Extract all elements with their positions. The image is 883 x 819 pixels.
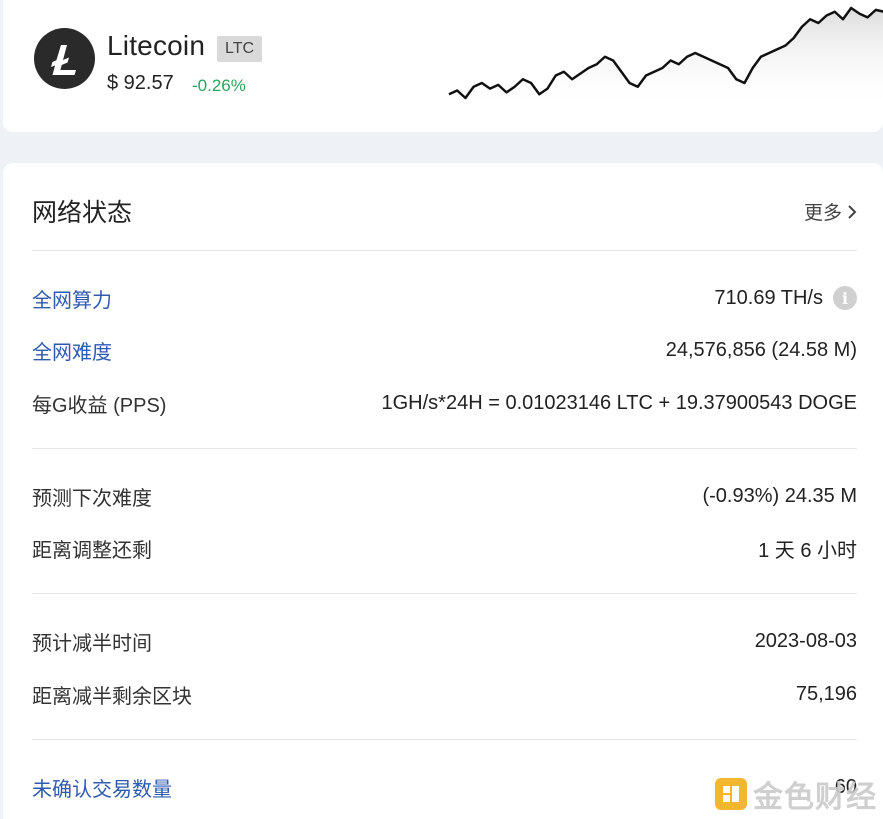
coin-name: Litecoin (107, 30, 206, 61)
coin-price: $ 92.57 (107, 72, 174, 94)
divider (32, 593, 857, 594)
stat-label-link[interactable]: 未确认交易数量 (32, 773, 172, 802)
watermark-logo-icon (715, 778, 747, 810)
more-link-label: 更多 (803, 203, 842, 224)
divider (32, 739, 857, 740)
stat-value: 24,576,856 (24.58 M) (665, 338, 857, 361)
section-title: 网络状态 (32, 199, 133, 227)
stat-value: (-0.93%) 24.35 M (702, 484, 857, 507)
stat-value: 1GH/s*24H = 0.01023146 LTC + 19.37900543… (381, 391, 858, 414)
watermark-text: 金色财经 (753, 781, 877, 814)
stat-label: 距离调整还剩 (32, 539, 152, 562)
more-link[interactable]: 更多 (804, 198, 858, 225)
stat-value: 75,196 (795, 682, 857, 705)
stat-row-halving-date: 预计减半时间 2023-08-03 (32, 626, 857, 656)
network-status-card: 网络状态 更多 全网算力 710.69 TH/s i 全网难度 24,576,8… (3, 163, 883, 819)
stat-row-adjust-remaining: 距离调整还剩 1 天 6 小时 (32, 533, 857, 563)
coin-price-change: -0.26% (192, 76, 246, 95)
stat-value: 2023-08-03 (754, 629, 857, 652)
stat-label: 距离减半剩余区块 (32, 685, 192, 708)
stat-value: 710.69 TH/s (714, 286, 823, 309)
coin-symbol-badge: LTC (217, 36, 263, 62)
stat-label: 每G收益 (PPS) (32, 394, 167, 417)
coin-header-card[interactable]: Litecoin LTC $ 92.57 -0.26% (3, 0, 883, 132)
price-sparkline-chart (447, 6, 883, 110)
divider (32, 250, 857, 251)
stat-label-link[interactable]: 全网算力 (32, 284, 112, 313)
stat-label: 预测下次难度 (32, 487, 152, 510)
stat-label: 预计减半时间 (32, 632, 152, 655)
stat-row-hashrate: 全网算力 710.69 TH/s i (32, 283, 857, 313)
stat-row-next-difficulty: 预测下次难度 (-0.93%) 24.35 M (32, 481, 857, 511)
stat-label-link[interactable]: 全网难度 (32, 336, 112, 365)
info-icon[interactable]: i (833, 286, 857, 310)
stat-row-difficulty: 全网难度 24,576,856 (24.58 M) (32, 335, 857, 365)
divider (32, 448, 857, 449)
litecoin-logo-icon (34, 28, 95, 89)
watermark: 金色财经 (715, 772, 877, 816)
stat-row-halving-blocks: 距离减半剩余区块 75,196 (32, 679, 857, 709)
stat-value: 1 天 6 小时 (758, 539, 857, 562)
chevron-right-icon (848, 204, 857, 219)
stat-row-pps: 每G收益 (PPS) 1GH/s*24H = 0.01023146 LTC + … (32, 388, 857, 418)
